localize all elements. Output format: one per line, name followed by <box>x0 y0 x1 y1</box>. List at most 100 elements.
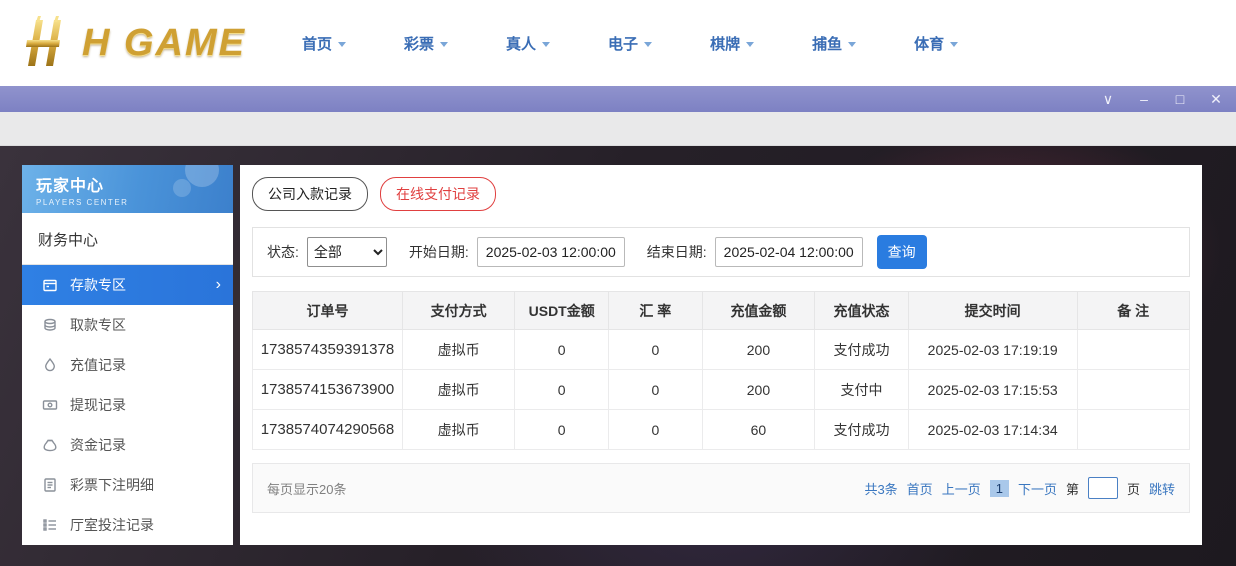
nav-item-live[interactable]: 真人 <box>506 33 550 54</box>
cell-payment-method: 虚拟币 <box>402 410 514 450</box>
cell-order-no: 1738574359391378 <box>253 330 403 370</box>
sidebar-title: 玩家中心 <box>36 172 233 196</box>
sidebar-section-finance: 财务中心 <box>22 213 233 265</box>
end-date-input[interactable] <box>715 237 863 267</box>
window-title-bar: ∨ – □ ✕ <box>0 86 1236 112</box>
cell-exchange-rate: 0 <box>609 370 703 410</box>
cell-remark <box>1077 410 1190 450</box>
nav-label: 首页 <box>302 33 332 54</box>
window-menu-icon[interactable]: ∨ <box>1100 92 1116 106</box>
cell-recharge-status: 支付中 <box>815 370 909 410</box>
sidebar-item-label: 厅室投注记录 <box>70 515 154 535</box>
record-tabs: 公司入款记录 在线支付记录 <box>252 175 1190 219</box>
nav-item-fishing[interactable]: 捕鱼 <box>812 33 856 54</box>
cell-exchange-rate: 0 <box>609 330 703 370</box>
header-recharge-amount: 充值金额 <box>702 292 814 330</box>
sidebar-item-withdraw-zone[interactable]: 取款专区 <box>22 305 233 345</box>
total-count-text: 共3条 <box>864 479 897 498</box>
header-payment-method: 支付方式 <box>402 292 514 330</box>
sidebar-item-deposit-zone[interactable]: 存款专区 › <box>22 265 233 305</box>
money-bag-icon <box>42 437 58 453</box>
sidebar-item-recharge-records[interactable]: 充值记录 <box>22 345 233 385</box>
toolbar-strip <box>0 112 1236 146</box>
cell-usdt-amount: 0 <box>515 330 609 370</box>
first-page-link[interactable]: 首页 <box>907 479 933 498</box>
sidebar-item-funds-records[interactable]: 资金记录 <box>22 425 233 465</box>
deposit-card-icon <box>42 277 58 293</box>
chevron-down-icon <box>542 42 550 47</box>
header-usdt-amount: USDT金额 <box>515 292 609 330</box>
chevron-down-icon <box>848 42 856 47</box>
nav-item-slots[interactable]: 电子 <box>608 33 652 54</box>
sidebar-menu: 存款专区 › 取款专区 <box>22 265 233 545</box>
chevron-down-icon <box>338 42 346 47</box>
nav-item-cards[interactable]: 棋牌 <box>710 33 754 54</box>
cell-submit-time: 2025-02-03 17:19:19 <box>908 330 1077 370</box>
coins-icon <box>42 317 58 333</box>
status-select[interactable]: 全部 <box>307 237 387 267</box>
jump-suffix-text: 页 <box>1127 479 1140 498</box>
sidebar-item-hall-bet-records[interactable]: 厅室投注记录 <box>22 505 233 545</box>
sidebar-header: 玩家中心 PLAYERS CENTER <box>22 165 233 213</box>
sidebar-item-label: 充值记录 <box>70 355 126 375</box>
nav-item-lottery[interactable]: 彩票 <box>404 33 448 54</box>
header-order-no: 订单号 <box>253 292 403 330</box>
main-panel: 公司入款记录 在线支付记录 状态: 全部 开始日期: 结束日期: 查询 <box>240 165 1202 545</box>
document-icon <box>42 477 58 493</box>
cell-payment-method: 虚拟币 <box>402 330 514 370</box>
nav-label: 彩票 <box>404 33 434 54</box>
header-submit-time: 提交时间 <box>908 292 1077 330</box>
cell-usdt-amount: 0 <box>515 370 609 410</box>
header-recharge-status: 充值状态 <box>815 292 909 330</box>
cell-order-no: 1738574074290568 <box>253 410 403 450</box>
current-page-badge[interactable]: 1 <box>990 480 1009 497</box>
sidebar-item-label: 资金记录 <box>70 435 126 455</box>
close-icon[interactable]: ✕ <box>1208 92 1224 106</box>
prev-page-link[interactable]: 上一页 <box>942 479 981 498</box>
start-date-input[interactable] <box>477 237 625 267</box>
header-remark: 备 注 <box>1077 292 1190 330</box>
end-date-label: 结束日期: <box>647 242 707 262</box>
logo-monogram-icon <box>18 16 82 70</box>
cell-remark <box>1077 330 1190 370</box>
cell-recharge-amount: 60 <box>702 410 814 450</box>
main-nav: 首页 彩票 真人 电子 棋牌 捕鱼 <box>302 33 958 54</box>
nav-label: 电子 <box>608 33 638 54</box>
sidebar-item-label: 提现记录 <box>70 395 126 415</box>
pagination-bar: 每页显示20条 共3条 首页 上一页 1 下一页 第 页 跳转 <box>252 463 1190 513</box>
payment-records-table: 订单号 支付方式 USDT金额 汇 率 充值金额 充值状态 提交时间 备 注 1… <box>252 291 1190 450</box>
list-icon <box>42 517 58 533</box>
table-header-row: 订单号 支付方式 USDT金额 汇 率 充值金额 充值状态 提交时间 备 注 <box>253 292 1190 330</box>
sidebar: 玩家中心 PLAYERS CENTER 财务中心 存款专区 › <box>22 165 233 545</box>
nav-item-sports[interactable]: 体育 <box>914 33 958 54</box>
sidebar-item-lottery-bet-details[interactable]: 彩票下注明细 <box>22 465 233 505</box>
start-date-label: 开始日期: <box>409 242 469 262</box>
maximize-icon[interactable]: □ <box>1172 92 1188 106</box>
chevron-down-icon <box>644 42 652 47</box>
top-bar: H GAME 首页 彩票 真人 电子 棋牌 <box>0 0 1236 86</box>
cell-order-no: 1738574153673900 <box>253 370 403 410</box>
status-label: 状态: <box>267 242 299 262</box>
cell-recharge-amount: 200 <box>702 370 814 410</box>
cell-exchange-rate: 0 <box>609 410 703 450</box>
nav-item-home[interactable]: 首页 <box>302 33 346 54</box>
chevron-right-icon: › <box>216 277 221 293</box>
next-page-link[interactable]: 下一页 <box>1018 479 1057 498</box>
page-jump-input[interactable] <box>1088 477 1118 499</box>
minimize-icon[interactable]: – <box>1136 92 1152 106</box>
nav-label: 棋牌 <box>710 33 740 54</box>
logo[interactable]: H GAME <box>18 16 246 70</box>
tab-company-deposit-records[interactable]: 公司入款记录 <box>252 177 368 211</box>
nav-label: 捕鱼 <box>812 33 842 54</box>
sidebar-item-withdrawal-records[interactable]: 提现记录 <box>22 385 233 425</box>
nav-label: 真人 <box>506 33 536 54</box>
filter-bar: 状态: 全部 开始日期: 结束日期: 查询 <box>252 227 1190 277</box>
chevron-down-icon <box>746 42 754 47</box>
jump-button[interactable]: 跳转 <box>1149 479 1175 498</box>
window-controls: ∨ – □ ✕ <box>1100 86 1228 112</box>
tab-online-payment-records[interactable]: 在线支付记录 <box>380 177 496 211</box>
banknote-icon <box>42 397 58 413</box>
cell-submit-time: 2025-02-03 17:14:34 <box>908 410 1077 450</box>
query-button[interactable]: 查询 <box>877 235 927 269</box>
sidebar-item-label: 取款专区 <box>70 315 126 335</box>
